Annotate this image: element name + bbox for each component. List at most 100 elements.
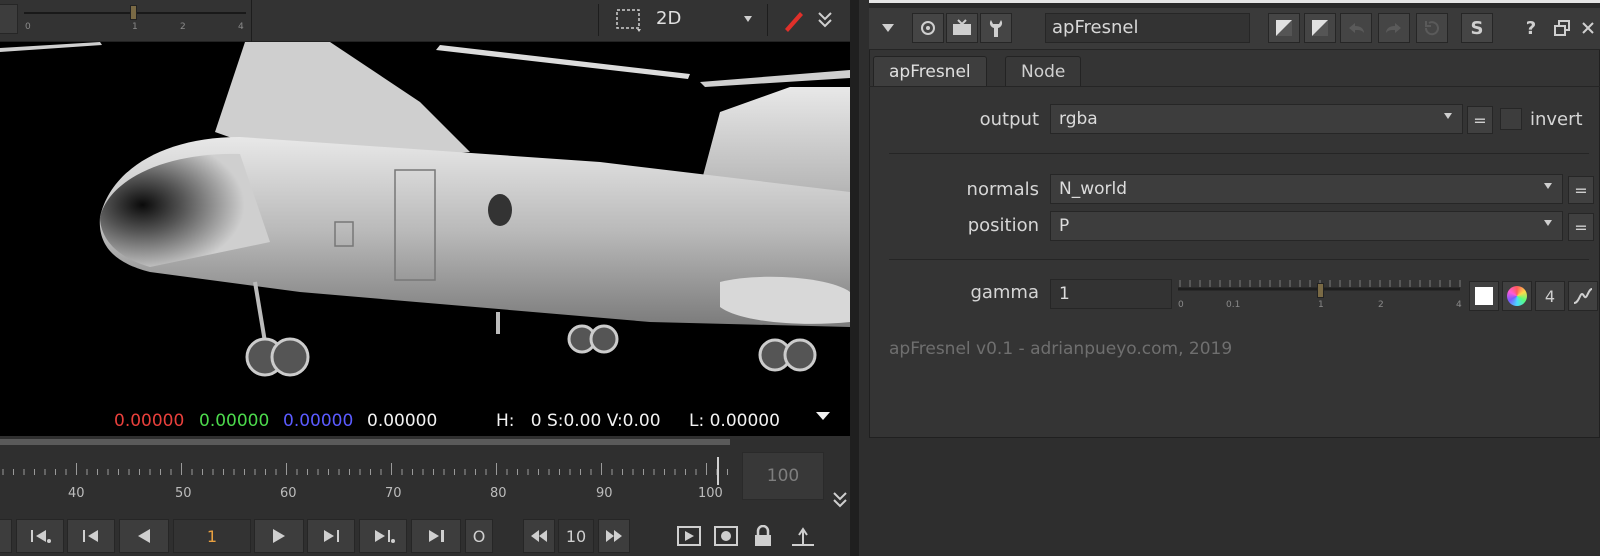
output-link-button[interactable]: =	[1467, 106, 1493, 134]
undo-icon	[1349, 23, 1364, 33]
close-panel-button[interactable]	[1578, 13, 1598, 43]
node-tools-button[interactable]	[980, 13, 1012, 43]
timeline-ruler[interactable]	[0, 455, 730, 485]
annotate-pen-icon[interactable]	[780, 6, 806, 34]
readout-menu-icon[interactable]	[815, 407, 831, 427]
help-button[interactable]: ?	[1515, 13, 1547, 43]
collapse-panel-button[interactable]	[872, 13, 904, 43]
gain-slider-knob[interactable]	[130, 5, 137, 20]
gamma-tick-label: 2	[1378, 300, 1384, 310]
playback-mode-button[interactable]	[674, 519, 704, 553]
s-button-label: S	[1470, 17, 1484, 39]
normals-link-button[interactable]: =	[1568, 176, 1594, 204]
invert-label: invert	[1530, 109, 1583, 130]
script-s-button[interactable]: S	[1461, 13, 1493, 43]
expand-chevron-icon[interactable]	[815, 8, 835, 32]
toolbar-left-button[interactable]	[0, 4, 18, 34]
o-button[interactable]: O	[465, 519, 493, 553]
tab-apfresnel[interactable]: apFresnel	[873, 56, 987, 86]
step-forward-button[interactable]	[598, 519, 630, 553]
tab-content-area	[869, 86, 1600, 87]
curve-button[interactable]	[1568, 281, 1598, 311]
undo-button[interactable]	[1340, 13, 1372, 43]
goto-start-button[interactable]	[16, 519, 64, 553]
redo-button[interactable]	[1378, 13, 1410, 43]
viewer-toolbar: 0 1 2 4 2D	[0, 0, 850, 42]
channels-button[interactable]: 4	[1535, 281, 1565, 311]
white-swatch-icon	[1475, 287, 1493, 305]
gamma-value: 1	[1059, 284, 1070, 304]
readout-green: 0.00000	[199, 411, 270, 431]
timeline-expand-icon[interactable]	[832, 490, 848, 514]
viewer-mode-dropdown[interactable]: 2D	[650, 4, 760, 36]
node-name-value: apFresnel	[1052, 17, 1139, 38]
normals-label: normals	[966, 179, 1039, 200]
swatch-icon	[1312, 20, 1328, 36]
revert-icon	[1424, 21, 1439, 36]
gamma-slider-knob[interactable]	[1317, 283, 1324, 298]
last-frame-button[interactable]	[411, 519, 461, 553]
node-name-field[interactable]: apFresnel	[1045, 13, 1250, 43]
position-link-button[interactable]: =	[1568, 213, 1594, 241]
target-icon	[921, 21, 935, 35]
lock-icon	[755, 525, 771, 546]
end-frame-value: 100	[766, 466, 800, 486]
revert-button[interactable]	[1416, 13, 1448, 43]
readout-luma: L: 0.00000	[689, 411, 780, 431]
frame-range-button[interactable]	[788, 519, 818, 553]
play-backward-icon	[138, 529, 150, 543]
step-back-button[interactable]	[523, 519, 555, 553]
play-forward-button[interactable]	[254, 519, 304, 553]
viewer-viewport[interactable]	[0, 42, 850, 404]
frame-label: 80	[490, 486, 507, 501]
position-value: P	[1059, 216, 1070, 236]
gamma-input[interactable]: 1	[1050, 279, 1172, 309]
gamma-label: gamma	[970, 282, 1039, 303]
swatch-icon	[1276, 20, 1292, 36]
eq-label: =	[1574, 217, 1588, 237]
pane-divider[interactable]	[850, 0, 859, 556]
lock-button[interactable]	[750, 519, 776, 553]
color-swatch-button[interactable]	[1268, 13, 1300, 43]
chevron-down-icon	[1544, 220, 1552, 226]
frame-label: 90	[596, 486, 613, 501]
eq-label: =	[1473, 110, 1487, 130]
invert-checkbox[interactable]	[1500, 108, 1522, 130]
toolbar-separator	[767, 4, 768, 36]
play-mode-icon	[677, 526, 701, 546]
viewer-input-button[interactable]	[946, 13, 978, 43]
readout-blue: 0.00000	[283, 411, 354, 431]
gamma-tick-label: 0	[1178, 300, 1184, 310]
roi-select-icon[interactable]	[615, 8, 645, 34]
current-frame-field[interactable]: 1	[173, 519, 251, 553]
goto-end-button[interactable]	[359, 519, 407, 553]
readout-hsv: H: 0 S:0.00 V:0.00	[496, 411, 661, 431]
next-keyframe-button[interactable]	[307, 519, 355, 553]
frame-label: 70	[385, 486, 402, 501]
tab-label: apFresnel	[889, 62, 971, 82]
frame-label: 100	[698, 486, 723, 501]
properties-top-strip	[869, 0, 1600, 8]
frame-label: 60	[280, 486, 297, 501]
toolbar-separator	[598, 4, 599, 36]
tab-node[interactable]: Node	[1005, 56, 1082, 86]
normals-dropdown[interactable]: N_world	[1050, 174, 1563, 204]
play-backward-button[interactable]	[119, 519, 169, 553]
chevron-down-icon	[744, 16, 752, 22]
readout-red: 0.00000	[114, 411, 185, 431]
record-button[interactable]	[711, 519, 741, 553]
float-panel-button[interactable]	[1550, 13, 1574, 43]
tv-icon	[953, 19, 971, 35]
transport-edge-button[interactable]	[0, 519, 12, 553]
prev-keyframe-button[interactable]	[67, 519, 115, 553]
pixel-readout-bar: 0.00000 0.00000 0.00000 0.00000 H: 0 S:0…	[0, 404, 850, 436]
position-dropdown[interactable]: P	[1050, 211, 1563, 241]
increment-field[interactable]: 10	[558, 519, 594, 553]
output-dropdown[interactable]: rgba	[1050, 104, 1463, 134]
color-wheel-button[interactable]	[1502, 281, 1532, 311]
center-node-button[interactable]	[912, 13, 944, 43]
color-picker-swatch[interactable]	[1469, 281, 1499, 311]
color-swatch-button-2[interactable]	[1304, 13, 1336, 43]
increment-value: 10	[565, 526, 587, 546]
end-frame-field[interactable]: 100	[742, 452, 824, 500]
